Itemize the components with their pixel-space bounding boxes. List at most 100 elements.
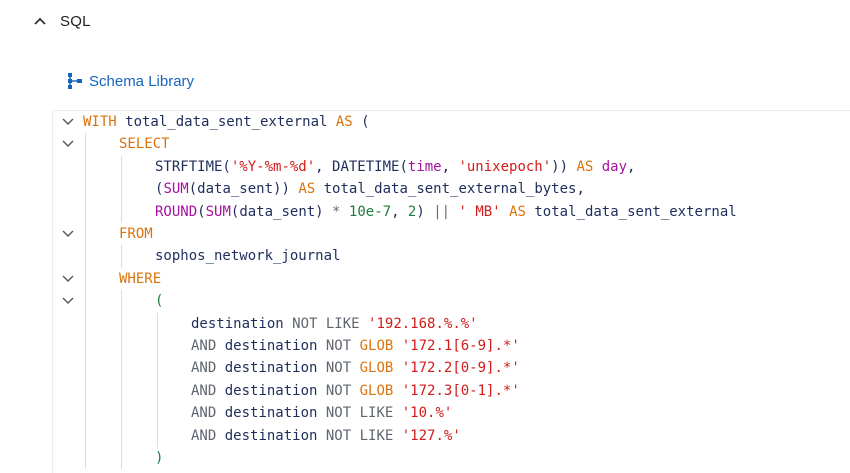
code-text: destination NOT LIKE '192.168.%.%' bbox=[191, 313, 478, 335]
code-token: '%Y-%m-%d' bbox=[230, 158, 316, 175]
code-token: NOT bbox=[292, 315, 318, 332]
code-token: FROM bbox=[119, 226, 153, 242]
code-text: WITH total_data_sent_external AS ( bbox=[83, 111, 370, 133]
code-token: NOT bbox=[325, 360, 352, 377]
code-text: FROM bbox=[119, 223, 153, 245]
code-token: '10.%' bbox=[393, 405, 453, 422]
code-text: (SUM(data_sent)) AS total_data_sent_exte… bbox=[155, 178, 585, 200]
code-token: AND bbox=[191, 427, 217, 444]
code-line[interactable]: SELECT bbox=[53, 133, 850, 155]
code-token: SELECT bbox=[119, 136, 170, 153]
code-token: AND bbox=[191, 405, 217, 422]
indent-guide bbox=[121, 245, 122, 268]
code-line[interactable]: WHERE bbox=[53, 268, 850, 290]
code-line[interactable]: AND destination NOT GLOB '172.3[0-1].*' bbox=[53, 380, 850, 402]
code-token: NOT bbox=[325, 405, 352, 422]
code-token: WHERE bbox=[119, 270, 162, 287]
code-token: AS bbox=[576, 158, 594, 175]
code-token: '127.%' bbox=[393, 427, 461, 444]
code-token: AND bbox=[191, 338, 217, 354]
code-line[interactable]: ) bbox=[53, 447, 850, 469]
fold-chevron-icon[interactable] bbox=[61, 137, 75, 151]
code-text: ( bbox=[155, 290, 163, 312]
code-line[interactable]: WITH total_data_sent_external AS ( bbox=[53, 111, 850, 133]
code-line[interactable]: ROUND(SUM(data_sent) * 10e-7, 2) || ' MB… bbox=[53, 201, 850, 223]
code-token: total_data_sent_external_bytes, bbox=[315, 181, 585, 198]
code-token: , bbox=[627, 158, 636, 175]
code-token: total_data_sent_external bbox=[116, 114, 336, 130]
code-text: AND destination NOT GLOB '172.3[0-1].*' bbox=[191, 380, 520, 402]
sql-section-toggle[interactable]: SQL bbox=[32, 8, 91, 34]
schema-tree-icon bbox=[68, 73, 82, 89]
code-token: (data_sent)) bbox=[188, 181, 299, 198]
sql-editor[interactable]: WITH total_data_sent_external AS ( SELECT… bbox=[52, 110, 850, 473]
code-line[interactable]: ( bbox=[53, 290, 850, 312]
code-token: '172.3[0-1].*' bbox=[393, 382, 520, 399]
code-line[interactable]: AND destination NOT GLOB '172.2[0-9].*' bbox=[53, 357, 850, 379]
code-token: , bbox=[441, 158, 459, 175]
code-line[interactable]: FROM bbox=[53, 223, 850, 245]
code-text: sophos_network_journal bbox=[155, 245, 340, 267]
code-text: SELECT bbox=[119, 133, 170, 155]
indent-guide bbox=[157, 312, 158, 447]
code-token: destination bbox=[216, 360, 326, 377]
code-text: STRFTIME('%Y-%m-%d', DATETIME(time, 'uni… bbox=[155, 156, 635, 178]
code-token: )) bbox=[551, 158, 577, 175]
code-token: (data_sent) bbox=[230, 203, 333, 220]
fold-chevron-icon[interactable] bbox=[61, 227, 75, 241]
indent-guide bbox=[121, 155, 122, 223]
schema-library-link[interactable]: Schema Library bbox=[67, 70, 194, 92]
code-text: ROUND(SUM(data_sent) * 10e-7, 2) || ' MB… bbox=[155, 201, 737, 223]
code-token: '172.1[6-9].*' bbox=[393, 338, 520, 354]
code-token: destination bbox=[191, 315, 293, 332]
code-token: GLOB bbox=[351, 338, 394, 354]
code-token: AS bbox=[500, 203, 526, 220]
code-token: ) bbox=[416, 203, 434, 220]
code-token: ( bbox=[197, 203, 206, 220]
code-line[interactable]: AND destination NOT LIKE '127.%' bbox=[53, 425, 850, 447]
code-token: WITH bbox=[83, 114, 117, 130]
code-text: ) bbox=[155, 447, 163, 469]
code-token: ) bbox=[155, 450, 164, 466]
section-title: SQL bbox=[60, 12, 91, 30]
code-token: LIKE bbox=[351, 427, 394, 444]
code-line[interactable]: STRFTIME('%Y-%m-%d', DATETIME(time, 'uni… bbox=[53, 156, 850, 178]
code-line[interactable]: (SUM(data_sent)) AS total_data_sent_exte… bbox=[53, 178, 850, 200]
code-token: ( bbox=[155, 293, 164, 310]
code-token: destination bbox=[216, 405, 326, 422]
code-token: time bbox=[407, 158, 442, 175]
code-token: LIKE bbox=[317, 315, 360, 332]
code-text: AND destination NOT LIKE '10.%' bbox=[191, 402, 452, 424]
code-token: day bbox=[593, 158, 628, 175]
code-token: destination bbox=[216, 427, 326, 444]
code-line[interactable]: AND destination NOT LIKE '10.%' bbox=[53, 402, 850, 424]
code-text: AND destination NOT GLOB '172.1[6-9].*' bbox=[191, 335, 520, 357]
code-token: ( bbox=[352, 114, 370, 130]
code-line[interactable]: AND destination NOT GLOB '172.1[6-9].*' bbox=[53, 335, 850, 357]
code-token: NOT bbox=[325, 427, 352, 444]
code-token: AND bbox=[191, 360, 217, 377]
code-token: 10e-7 bbox=[340, 203, 392, 220]
code-token: GLOB bbox=[351, 382, 394, 399]
code-token: '192.168.%.%' bbox=[359, 315, 478, 332]
code-text: AND destination NOT GLOB '172.2[0-9].*' bbox=[191, 357, 520, 379]
code-token: ROUND bbox=[155, 203, 198, 220]
code-line[interactable]: sophos_network_journal bbox=[53, 245, 850, 267]
code-token: GLOB bbox=[351, 360, 394, 377]
code-token: sophos_network_journal bbox=[155, 248, 341, 265]
code-token: , bbox=[391, 203, 408, 220]
indent-guide bbox=[85, 133, 86, 470]
code-token: 'unixepoch' bbox=[458, 158, 552, 175]
code-token: SUM bbox=[205, 203, 231, 220]
code-line[interactable]: destination NOT LIKE '192.168.%.%' bbox=[53, 313, 850, 335]
code-token: AS bbox=[335, 114, 353, 130]
chevron-up-icon bbox=[34, 17, 46, 25]
fold-chevron-icon[interactable] bbox=[61, 294, 75, 308]
fold-chevron-icon[interactable] bbox=[61, 272, 75, 286]
code-token: destination bbox=[216, 338, 326, 354]
fold-chevron-icon[interactable] bbox=[61, 115, 75, 129]
code-text: AND destination NOT LIKE '127.%' bbox=[191, 425, 461, 447]
code-token: AS bbox=[298, 181, 316, 198]
code-token: ' MB' bbox=[450, 203, 501, 220]
code-token: total_data_sent_external bbox=[525, 203, 737, 220]
